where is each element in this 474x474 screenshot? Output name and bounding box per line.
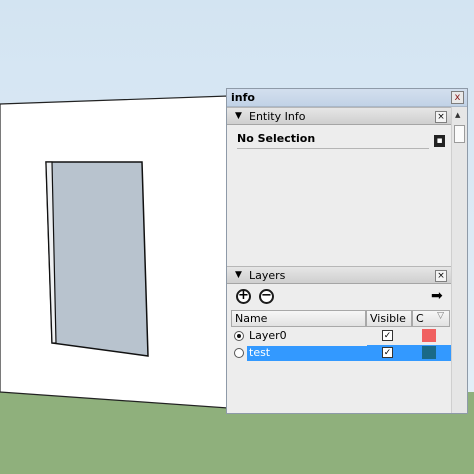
layer-row[interactable]: Layer0 ✓ xyxy=(231,328,451,344)
close-icon[interactable]: × xyxy=(435,270,447,282)
close-icon[interactable]: x xyxy=(451,91,464,104)
scrollbar-thumb[interactable] xyxy=(454,125,465,143)
column-header-name[interactable]: Name xyxy=(231,310,366,327)
entity-info-header[interactable]: ▼ Entity Info × xyxy=(227,107,451,125)
selection-status: No Selection xyxy=(237,132,316,145)
visible-cell: ✓ xyxy=(367,328,414,344)
visible-cell: ✓ xyxy=(367,345,414,361)
window-pane xyxy=(45,161,149,357)
column-header-color[interactable]: C ▽ xyxy=(412,310,450,327)
remove-layer-button[interactable]: − xyxy=(259,289,274,304)
column-header-color-label: C xyxy=(416,312,424,325)
layer-color-swatch[interactable] xyxy=(422,329,436,342)
layer-color-swatch[interactable] xyxy=(422,346,436,359)
layers-body: + − ➡ Name Visible C ▽ Layer0 ✓ test ✓ xyxy=(227,284,451,414)
active-layer-radio[interactable] xyxy=(234,331,244,341)
entity-info-title: Entity Info xyxy=(249,110,306,123)
default-tray-panel: info x ▼ Entity Info × No Selection ▪ ▼ … xyxy=(226,88,468,414)
close-icon[interactable]: × xyxy=(435,111,447,123)
column-header-visible[interactable]: Visible xyxy=(366,310,412,327)
checkmark-icon[interactable]: ✓ xyxy=(382,330,393,341)
layers-header[interactable]: ▼ Layers × xyxy=(227,266,451,284)
color-cell xyxy=(414,328,451,344)
layers-title: Layers xyxy=(249,269,286,282)
checkmark-icon[interactable]: ✓ xyxy=(382,347,393,358)
tray-scrollbar[interactable]: ▲ xyxy=(451,107,467,413)
active-layer-radio[interactable] xyxy=(234,348,244,358)
details-icon[interactable]: ▪ xyxy=(434,135,445,147)
scroll-up-icon[interactable]: ▲ xyxy=(455,111,460,119)
tray-title: info xyxy=(231,91,255,104)
triangle-down-icon[interactable]: ▼ xyxy=(235,270,242,280)
tray-title-bar[interactable]: info x xyxy=(227,89,467,107)
layer-name[interactable]: Layer0 xyxy=(247,329,367,344)
color-cell xyxy=(414,345,451,361)
layer-options-icon[interactable]: ➡ xyxy=(431,288,443,304)
layer-name[interactable]: test xyxy=(247,346,367,361)
layer-row[interactable]: test ✓ xyxy=(231,345,451,361)
triangle-down-icon[interactable]: ▼ xyxy=(235,111,242,121)
divider xyxy=(237,148,429,149)
sort-icon[interactable]: ▽ xyxy=(437,311,444,321)
add-layer-button[interactable]: + xyxy=(236,289,251,304)
